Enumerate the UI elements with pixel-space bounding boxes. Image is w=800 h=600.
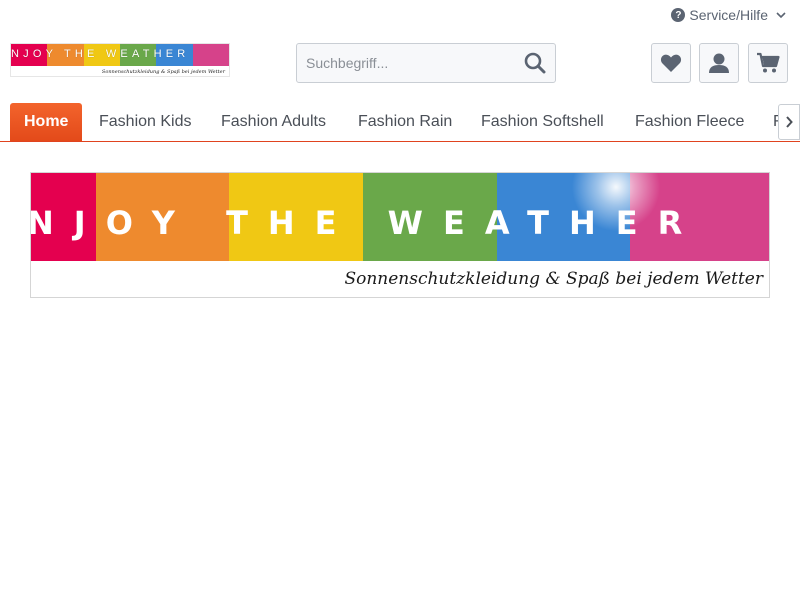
banner-wordmark: NJOY THE WEATHER bbox=[30, 204, 703, 242]
logo-tagline: Sonnenschutzkleidung & Spaß bei jedem We… bbox=[101, 69, 225, 75]
main-navigation: Home Fashion Kids Fashion Adults Fashion… bbox=[0, 100, 800, 142]
wishlist-button[interactable] bbox=[651, 43, 691, 83]
banner-tagline: Sonnenschutzkleidung & Spaß bei jedem We… bbox=[344, 269, 763, 289]
chevron-right-icon bbox=[786, 116, 793, 128]
nav-scroll-right-button[interactable] bbox=[778, 104, 800, 140]
user-icon bbox=[709, 53, 729, 73]
search-button[interactable] bbox=[515, 44, 555, 82]
logo-wordmark: NJOY THE WEATHER bbox=[11, 48, 190, 60]
search-icon bbox=[524, 52, 546, 74]
nav-item-home[interactable]: Home bbox=[10, 103, 83, 141]
nav-item-fashion-adults[interactable]: Fashion Adults bbox=[221, 103, 326, 141]
service-help-label: Service/Hilfe bbox=[689, 7, 768, 23]
service-help-link[interactable]: ? Service/Hilfe bbox=[671, 7, 786, 23]
site-logo[interactable]: NJOY THE WEATHER Sonnenschutzkleidung & … bbox=[10, 43, 230, 77]
cart-button[interactable] bbox=[748, 43, 788, 83]
nav-item-fashion-rain[interactable]: Fashion Rain bbox=[358, 103, 452, 141]
cart-icon bbox=[757, 52, 780, 73]
chevron-down-icon bbox=[776, 12, 786, 19]
question-circle-icon: ? bbox=[671, 8, 686, 22]
search-input[interactable] bbox=[297, 55, 515, 71]
nav-item-fashion-fleece[interactable]: Fashion Fleece bbox=[635, 103, 744, 141]
hero-banner[interactable]: NJOY THE WEATHER Sonnenschutzkleidung & … bbox=[30, 172, 770, 298]
search-box bbox=[296, 43, 556, 83]
nav-item-fashion-softshell[interactable]: Fashion Softshell bbox=[481, 103, 604, 141]
heart-icon bbox=[660, 54, 682, 72]
account-button[interactable] bbox=[699, 43, 739, 83]
nav-item-fashion-kids[interactable]: Fashion Kids bbox=[99, 103, 192, 141]
